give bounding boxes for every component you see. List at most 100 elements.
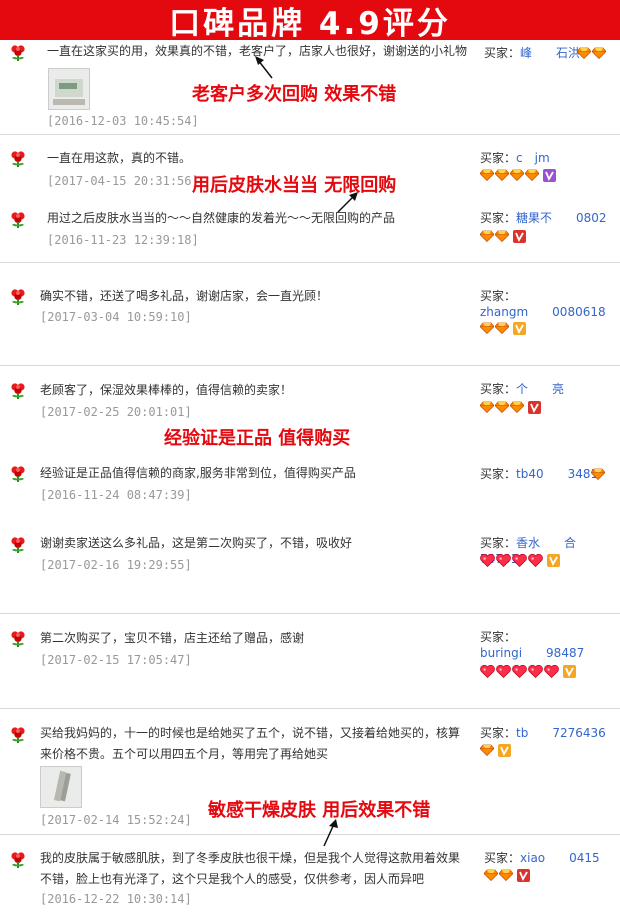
heart-icon (528, 554, 543, 567)
review-text: 确实不错，还送了喝多礼品，谢谢店家，会一直光顾！ (40, 289, 329, 303)
buyer-nickname[interactable]: c jm (516, 151, 550, 165)
review-text: 老顾客了，保湿效果棒棒的，值得信赖的卖家！ (40, 383, 293, 397)
buyer-label: 买家： (480, 726, 517, 740)
review-photo-thumbnail[interactable] (48, 68, 90, 110)
annotation-repeat-customer: 老客户多次回购 效果不错 (192, 84, 397, 105)
buyer-nickname[interactable]: 糖果不 0802 (516, 211, 607, 225)
buyer-credit-badges (480, 400, 541, 414)
diamond-icon (577, 47, 591, 59)
review-photo-thumbnail[interactable] (40, 766, 82, 808)
diamond-icon (480, 322, 494, 334)
review-text: 一直在用这款，真的不错。 (47, 151, 192, 165)
divider (0, 834, 620, 835)
buyer-nickname[interactable]: zhangm 0080618 (480, 305, 606, 319)
buyer-credit-badges (480, 168, 556, 182)
flower-icon (9, 211, 27, 229)
flower-icon (9, 465, 27, 483)
vip-icon (547, 554, 560, 567)
review-date: [2017-04-15 20:31:56] (47, 174, 199, 188)
buyer-credit-badges (484, 868, 530, 882)
diamond-icon (484, 869, 498, 881)
vip-icon (498, 744, 511, 757)
divider (0, 613, 620, 614)
flower-icon (9, 44, 27, 62)
heart-icon (496, 554, 511, 567)
arrow-icon (337, 192, 358, 213)
diamond-icon (510, 401, 524, 413)
review-date: [2017-02-25 20:01:01] (40, 405, 192, 419)
flower-icon (9, 851, 27, 869)
diamond-icon (592, 47, 606, 59)
buyer-label: 买家： (480, 382, 517, 396)
rating-banner: 口碑品牌 4.9评分 (0, 0, 620, 42)
flower-icon (9, 150, 27, 168)
buyer-credit-badges (480, 229, 526, 243)
review-text: 用过之后皮肤水当当的～～自然健康的发着光～～无限回购的产品 (47, 211, 396, 225)
buyer-nickname[interactable]: buringi 98487 (480, 646, 584, 660)
buyer-credit-badges (480, 743, 511, 757)
review-date: [2017-02-14 15:52:24] (40, 813, 192, 827)
flower-icon (9, 382, 27, 400)
buyer-info: 买家： buringi 98487 (480, 629, 620, 661)
buyer-nickname[interactable]: 峰 石洪 (520, 46, 580, 60)
buyer-label: 买家： (484, 851, 521, 865)
heart-icon (512, 665, 527, 678)
buyer-label: 买家： (480, 211, 517, 225)
review-text: 买给我妈妈的，十一的时候也是给她买了五个，说不错，又接着给她买的，核算来价格不贵… (40, 726, 461, 761)
review-date: [2016-12-22 10:30:14] (40, 892, 192, 906)
review-text: 谢谢卖家送这么多礼品，这是第二次购买了，不错，吸收好 (40, 536, 353, 550)
buyer-nickname[interactable]: xiao 0415 (520, 851, 600, 865)
diamond-icon (591, 468, 605, 480)
buyer-info: 买家： zhangm 0080618 (480, 288, 620, 320)
annotation-authentic: 经验证是正品 值得购买 (164, 428, 351, 449)
buyer-label: 买家： (480, 151, 517, 165)
review-date: [2016-11-24 08:47:39] (40, 488, 192, 502)
diamond-icon (525, 169, 539, 181)
vip-icon (517, 869, 530, 882)
divider (0, 708, 620, 709)
vip-icon (513, 230, 526, 243)
review-text: 我的皮肤属于敏感肌肤，到了冬季皮肤也很干燥，但是我个人觉得这款用着效果不错，脸上… (40, 851, 461, 886)
buyer-nickname[interactable]: 个 亮 (516, 382, 564, 396)
buyer-nickname[interactable]: tb 7276436 (516, 726, 606, 740)
divider (0, 262, 620, 263)
buyer-label: 买家： (484, 46, 521, 60)
buyer-label: 买家： (480, 467, 517, 481)
heart-icon (528, 665, 543, 678)
diamond-icon (499, 869, 513, 881)
buyer-info: 买家：c jm (480, 150, 620, 166)
heart-icon (512, 554, 527, 567)
heart-icon (496, 665, 511, 678)
flower-icon (9, 288, 27, 306)
heart-icon (544, 665, 559, 678)
heart-icon (480, 665, 495, 678)
review-text: 第二次购买了，宝贝不错，店主还给了赠品，感谢 (40, 631, 305, 645)
arrow-icon (255, 56, 273, 79)
review-date: [2017-02-16 19:29:55] (40, 558, 192, 572)
vip-icon (563, 665, 576, 678)
diamond-icon (480, 169, 494, 181)
review-text: 经验证是正品值得信赖的商家,服务非常到位，值得购买产品 (40, 466, 356, 480)
diamond-icon (510, 169, 524, 181)
vip-icon (528, 401, 541, 414)
buyer-label: 买家： (480, 630, 517, 644)
diamond-icon (495, 169, 509, 181)
diamond-icon (480, 401, 494, 413)
review-date: [2017-02-15 17:05:47] (40, 653, 192, 667)
buyer-label: 买家： (480, 289, 517, 303)
diamond-icon (480, 744, 494, 756)
divider (0, 365, 620, 366)
buyer-credit-badges (480, 664, 576, 678)
diamond-icon (495, 401, 509, 413)
buyer-credit-badges (480, 321, 526, 335)
buyer-credit-badges (480, 553, 560, 567)
divider (0, 134, 620, 135)
buyer-nickname[interactable]: tb40 3481 (516, 467, 598, 481)
buyer-info: 买家：xiao 0415 (484, 850, 620, 866)
flower-icon (9, 630, 27, 648)
buyer-info: 买家：tb 7276436 (480, 725, 620, 741)
diamond-icon (480, 230, 494, 242)
banner-title: 口碑品牌 4.9评分 (169, 5, 451, 42)
review-date: [2016-11-23 12:39:18] (47, 233, 199, 247)
buyer-credit-badges (591, 467, 605, 481)
